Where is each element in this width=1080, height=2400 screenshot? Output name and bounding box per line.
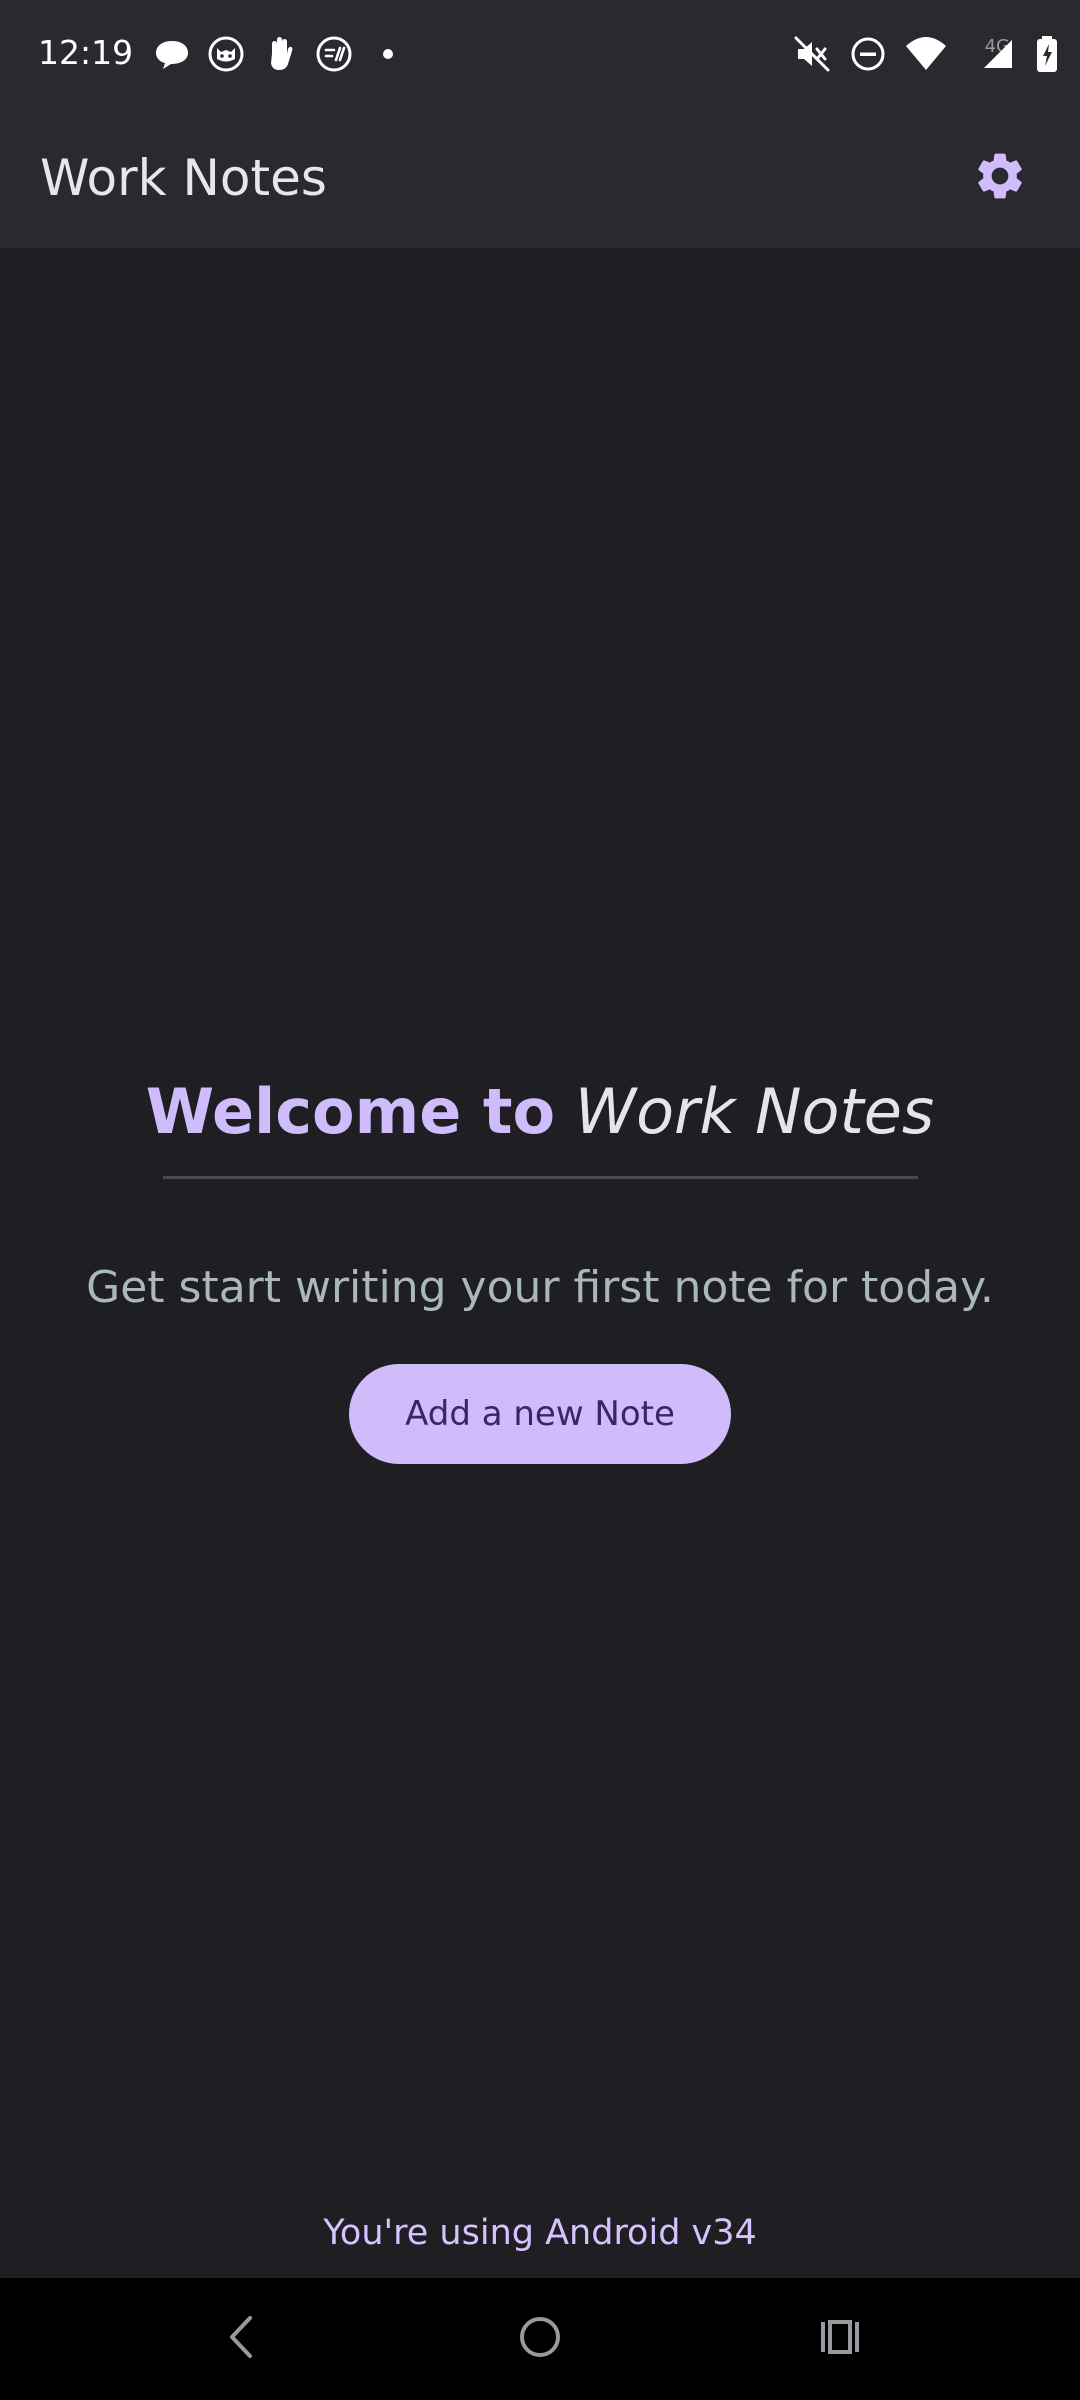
mute-icon bbox=[792, 34, 832, 74]
home-button[interactable] bbox=[505, 2304, 575, 2374]
circle-badge-icon bbox=[314, 34, 354, 74]
app-bar: Work Notes bbox=[0, 106, 1080, 248]
recents-button[interactable] bbox=[805, 2304, 875, 2374]
android-version-text: You're using Android v34 bbox=[323, 2213, 757, 2253]
do-not-disturb-icon bbox=[848, 34, 888, 74]
battery-charging-icon bbox=[1034, 34, 1060, 74]
recents-icon bbox=[815, 2312, 865, 2366]
notification-icons bbox=[152, 34, 408, 74]
welcome-heading: Welcome to Work Notes bbox=[0, 1070, 1080, 1154]
cat-face-icon bbox=[206, 34, 246, 74]
gear-icon bbox=[972, 148, 1028, 208]
app-title: Work Notes bbox=[40, 149, 327, 207]
add-note-button[interactable]: Add a new Note bbox=[349, 1364, 731, 1464]
wifi-icon bbox=[904, 34, 948, 74]
dot-icon bbox=[368, 34, 408, 74]
system-navigation-bar bbox=[0, 2278, 1080, 2400]
back-button[interactable] bbox=[205, 2304, 275, 2374]
status-time: 12:19 bbox=[38, 33, 134, 72]
main-content: Welcome to Work Notes Get start writing … bbox=[0, 248, 1080, 2278]
welcome-divider bbox=[163, 1176, 918, 1179]
status-bar: 12:19 4G bbox=[0, 0, 1080, 106]
system-status-icons bbox=[792, 34, 1060, 74]
back-icon bbox=[220, 2312, 260, 2366]
home-icon bbox=[515, 2312, 565, 2366]
hand-wave-icon bbox=[260, 34, 300, 74]
welcome-app-name: Work Notes bbox=[574, 1075, 935, 1148]
settings-button[interactable] bbox=[960, 138, 1040, 218]
chat-bubble-icon bbox=[152, 34, 192, 74]
welcome-subtitle: Get start writing your first note for to… bbox=[86, 1262, 994, 1313]
signal-icon bbox=[978, 34, 1018, 74]
welcome-prefix: Welcome to bbox=[145, 1075, 556, 1148]
